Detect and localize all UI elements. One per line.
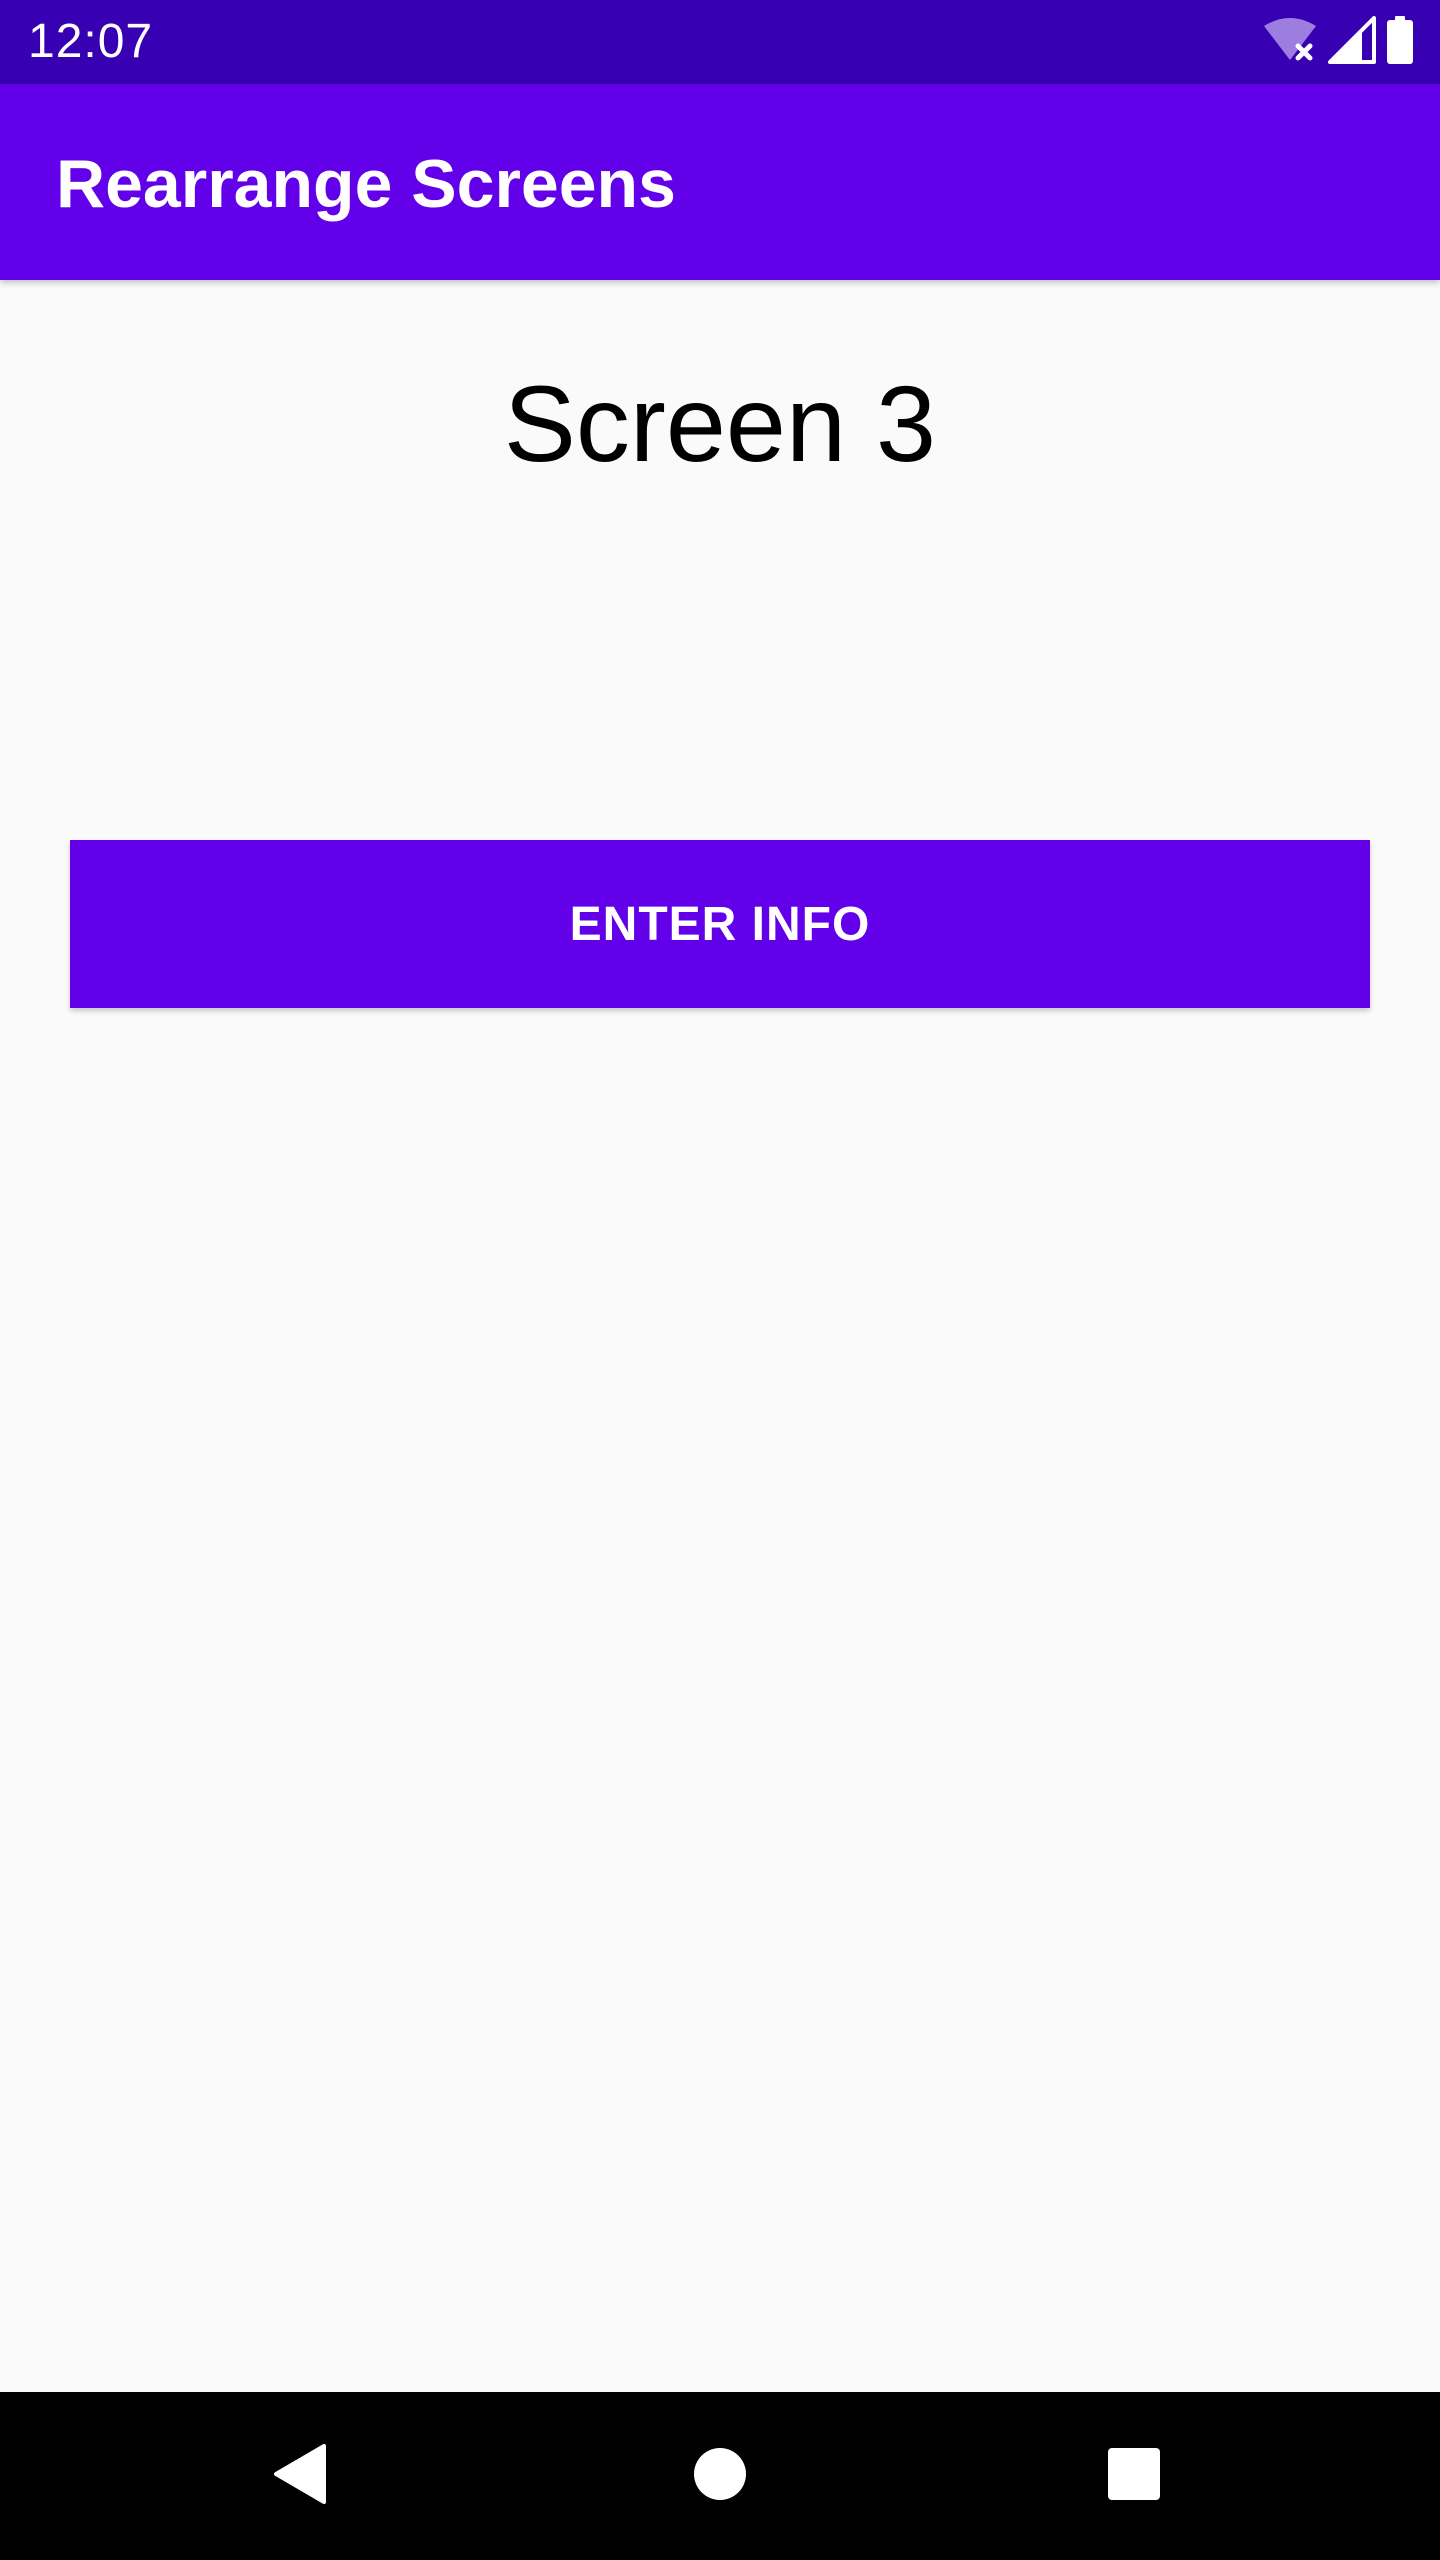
recents-button[interactable]	[1078, 2420, 1190, 2532]
battery-icon	[1386, 15, 1414, 69]
enter-info-button[interactable]: ENTER INFO	[70, 840, 1370, 1008]
back-icon	[270, 2442, 330, 2511]
recents-icon	[1106, 2446, 1162, 2507]
navigation-bar	[0, 2392, 1440, 2560]
home-button[interactable]	[664, 2420, 776, 2532]
back-button[interactable]	[244, 2420, 356, 2532]
app-title: Rearrange Screens	[56, 146, 676, 222]
wifi-off-icon	[1262, 16, 1318, 69]
app-bar: Rearrange Screens	[0, 84, 1440, 280]
status-time: 12:07	[28, 15, 154, 68]
cellular-signal-icon	[1328, 15, 1376, 69]
screen-heading: Screen 3	[503, 363, 937, 484]
status-bar: 12:07	[0, 0, 1440, 84]
status-icons	[1262, 15, 1414, 69]
home-icon	[692, 2446, 748, 2507]
